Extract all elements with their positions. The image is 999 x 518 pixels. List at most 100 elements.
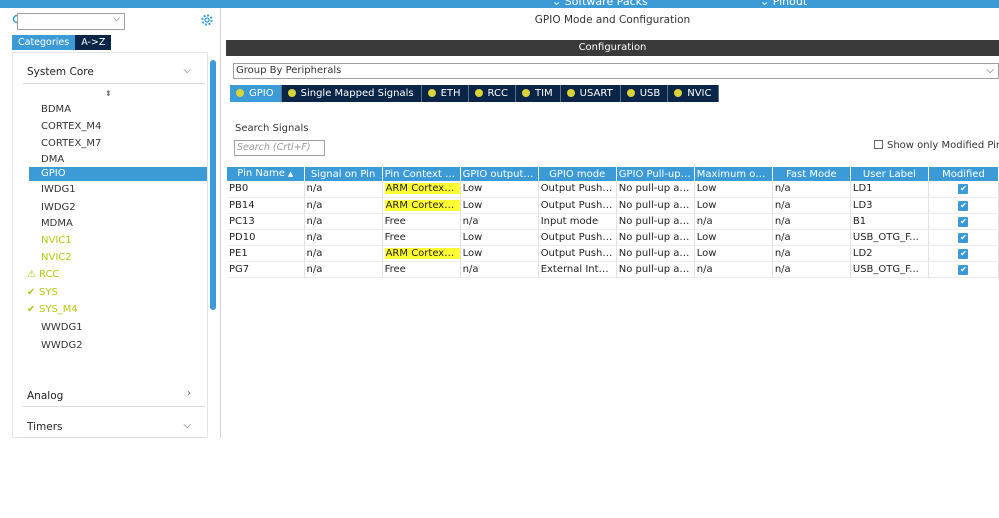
cell-output-level: Low	[460, 245, 539, 262]
tab-categories[interactable]: Categories	[12, 35, 76, 50]
cell-pin-context: ARM Cortex-M7	[382, 245, 461, 262]
tree-item-sys-m4[interactable]: ✔ SYS_M4	[27, 303, 80, 317]
tree-item-dma[interactable]: DMA	[41, 153, 64, 167]
sort-asc-icon: ▲	[287, 170, 294, 178]
table-row[interactable]: PE1 n/a ARM Cortex-M7 Low Output Push ..…	[227, 245, 999, 262]
tree-item-cortex-m7[interactable]: CORTEX_M7	[41, 137, 101, 151]
cell-pin-name: PC13	[227, 213, 305, 230]
modified-checkbox-icon[interactable]: ✔	[958, 264, 969, 275]
tab-a-to-z[interactable]: A->Z	[75, 35, 112, 50]
tree-item-gpio[interactable]: GPIO	[29, 167, 207, 181]
cell-signal: n/a	[304, 229, 383, 246]
show-only-modified-checkbox[interactable]: Show only Modified Pins	[874, 140, 999, 151]
tab-label: USB	[639, 88, 661, 99]
tree-item-wwdg1[interactable]: WWDG1	[41, 321, 83, 335]
sort-icon[interactable]: ⬍	[105, 89, 112, 98]
cell-max-speed: Low	[694, 181, 773, 198]
tab-tim[interactable]: TIM	[515, 85, 561, 102]
cell-signal: n/a	[304, 245, 383, 262]
tab-eth[interactable]: ETH	[421, 85, 469, 102]
tab-usart[interactable]: USART	[560, 85, 621, 102]
timers-header[interactable]: Timers	[27, 421, 62, 433]
cell-modified: ✔	[928, 229, 999, 246]
col-fast-mode[interactable]: Fast Mode	[772, 167, 851, 181]
status-dot-icon	[427, 89, 436, 97]
cell-pull: No pull-up an...	[616, 197, 695, 214]
top-menu-bar: ⌄ Software Packs ⌄ Pinout	[0, 0, 999, 8]
tree-item-cortex-m4[interactable]: CORTEX_M4	[41, 120, 101, 134]
modified-checkbox-icon[interactable]: ✔	[958, 216, 969, 227]
col-gpio-pull[interactable]: GPIO Pull-up/...	[616, 167, 695, 181]
tab-label: GPIO	[249, 88, 274, 99]
cell-user-label: B1	[850, 213, 929, 230]
tab-usb[interactable]: USB	[620, 85, 669, 102]
tree-item-label: SYS_M4	[39, 304, 78, 315]
cell-max-speed: n/a	[694, 261, 773, 278]
table-row[interactable]: PB14 n/a ARM Cortex-M7 Low Output Push .…	[227, 197, 999, 214]
tab-rcc[interactable]: RCC	[468, 85, 516, 102]
cell-pull: No pull-up an...	[616, 181, 695, 198]
col-gpio-output-level[interactable]: GPIO output l...	[460, 167, 539, 181]
table-row[interactable]: PC13 n/a Free n/a Input mode No pull-up …	[227, 213, 999, 230]
tab-label: NVIC	[687, 88, 712, 99]
cell-user-label: LD2	[850, 245, 929, 262]
cell-gpio-mode: Output Push ...	[538, 229, 617, 246]
chevron-down-icon[interactable]: ⌵	[183, 65, 191, 76]
cell-signal: n/a	[304, 213, 383, 230]
col-signal-on-pin[interactable]: Signal on Pin	[304, 167, 383, 181]
modified-checkbox-icon[interactable]: ✔	[958, 200, 969, 211]
pinout-menu[interactable]: ⌄ Pinout	[760, 0, 807, 8]
tree-scrollbar[interactable]	[210, 60, 216, 310]
col-max-output-speed[interactable]: Maximum out...	[694, 167, 773, 181]
table-row[interactable]: PG7 n/a Free n/a External Interr... No p…	[227, 261, 999, 278]
table-row[interactable]: PD10 n/a Free Low Output Push ... No pul…	[227, 229, 999, 246]
tree-item-iwdg2[interactable]: IWDG2	[41, 201, 76, 215]
modified-checkbox-icon[interactable]: ✔	[958, 232, 969, 243]
tab-label: TIM	[534, 88, 553, 99]
tree-item-wwdg2[interactable]: WWDG2	[41, 339, 83, 353]
group-by-select[interactable]: Group By Peripherals ⌵	[233, 63, 999, 79]
tree-item-sys[interactable]: ✔ SYS	[27, 286, 60, 300]
col-modified[interactable]: Modified	[928, 167, 999, 181]
cell-max-speed: Low	[694, 229, 773, 246]
col-pin-context[interactable]: Pin Context A...	[382, 167, 461, 181]
chevron-down-icon[interactable]: ⌵	[183, 420, 191, 431]
cell-fast-mode: n/a	[772, 181, 851, 198]
search-signals-input[interactable]: Search (Crtl+F)	[234, 140, 325, 156]
cell-pin-name: PE1	[227, 245, 305, 262]
cell-modified: ✔	[928, 245, 999, 262]
analog-header[interactable]: Analog	[27, 390, 63, 402]
tree-item-nvic2[interactable]: NVIC2	[41, 251, 72, 265]
tab-single-mapped-signals[interactable]: Single Mapped Signals	[281, 85, 422, 102]
tab-gpio[interactable]: GPIO	[230, 85, 282, 102]
cell-user-label: LD1	[850, 181, 929, 198]
software-packs-menu[interactable]: ⌄ Software Packs	[552, 0, 648, 8]
cell-user-label: USB_OTG_F...	[850, 229, 929, 246]
cell-gpio-mode: Output Push ...	[538, 245, 617, 262]
col-gpio-mode[interactable]: GPIO mode	[538, 167, 617, 181]
tree-item-rcc[interactable]: ⚠ RCC	[27, 268, 61, 282]
tree-item-nvic1[interactable]: NVIC1	[41, 234, 72, 248]
chevron-down-icon: ⌵	[113, 14, 120, 24]
col-pin-name[interactable]: Pin Name ▲	[227, 167, 305, 181]
cell-output-level: n/a	[460, 261, 539, 278]
tree-item-iwdg1[interactable]: IWDG1	[41, 183, 76, 197]
tab-label: RCC	[487, 88, 508, 99]
highlight-marker: ARM Cortex-M7	[384, 183, 460, 195]
system-core-header[interactable]: System Core	[27, 66, 94, 78]
highlight-marker: ARM Cortex-M7	[384, 247, 460, 259]
settings-gear-icon[interactable]	[200, 13, 214, 30]
tree-item-mdma[interactable]: MDMA	[41, 217, 73, 231]
warning-icon: ⚠	[27, 269, 36, 280]
chevron-right-icon[interactable]: ›	[187, 388, 191, 399]
table-row[interactable]: PB0 n/a ARM Cortex-M7 Low Output Push ..…	[227, 181, 999, 198]
col-user-label[interactable]: User Label	[850, 167, 929, 181]
cell-user-label: LD3	[850, 197, 929, 214]
cell-gpio-mode: Output Push ...	[538, 181, 617, 198]
modified-checkbox-icon[interactable]: ✔	[958, 248, 969, 259]
cell-max-speed: n/a	[694, 213, 773, 230]
modified-checkbox-icon[interactable]: ✔	[958, 184, 969, 195]
tab-nvic[interactable]: NVIC	[668, 85, 720, 102]
tree-item-bdma[interactable]: BDMA	[41, 103, 71, 117]
category-search-combo[interactable]: ⌵	[17, 13, 125, 30]
